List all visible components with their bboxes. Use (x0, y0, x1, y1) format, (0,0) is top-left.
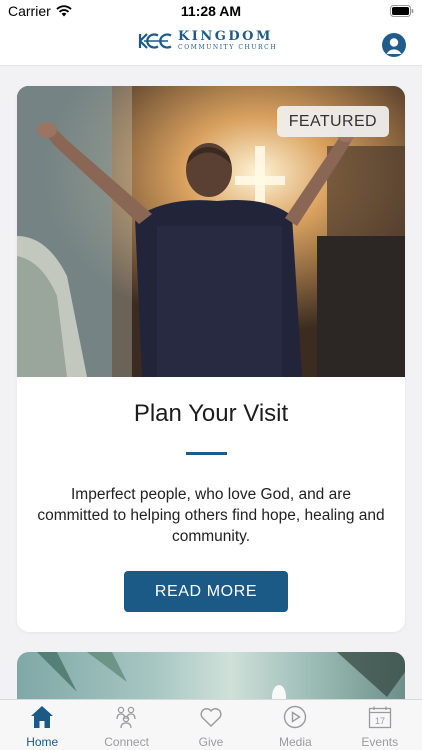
kcc-logo-icon (138, 32, 172, 49)
worship-photo: FEATURED (17, 86, 405, 377)
tab-events[interactable]: 17 Events (338, 700, 422, 750)
tab-home-label: Home (26, 735, 59, 749)
read-more-button[interactable]: READ MORE (124, 571, 288, 612)
logo-title: KINGDOM (178, 29, 273, 44)
logo-text: KINGDOM COMMUNITY CHURCH (178, 30, 277, 51)
tab-connect[interactable]: Connect (84, 700, 168, 750)
logo-subtitle: COMMUNITY CHURCH (178, 44, 278, 51)
tab-events-label: Events (361, 735, 399, 749)
heart-icon (200, 708, 222, 727)
people-icon (116, 706, 137, 729)
app-screen: Carrier 11:28 AM KINGDOM COMMUNITY CHURC… (0, 0, 422, 750)
status-bar: Carrier 11:28 AM (0, 0, 422, 22)
tab-bar: Home Connect Give Media 17 Events (0, 699, 422, 750)
tab-media[interactable]: Media (253, 700, 337, 750)
tab-media-label: Media (279, 735, 312, 749)
title-divider (186, 452, 227, 455)
calendar-icon: 17 (368, 706, 391, 729)
featured-badge: FEATURED (276, 106, 389, 137)
card-title: Plan Your Visit (133, 400, 289, 427)
tab-give-label: Give (198, 735, 224, 749)
tab-connect-label: Connect (104, 735, 149, 749)
tab-give[interactable]: Give (169, 700, 253, 750)
church-logo[interactable]: KINGDOM COMMUNITY CHURCH (138, 30, 277, 51)
tab-home[interactable]: Home (0, 700, 84, 750)
card-description: Imperfect people, who love God, and are … (37, 486, 385, 545)
status-time: 11:28 AM (180, 3, 242, 19)
profile-button[interactable] (382, 33, 406, 57)
home-icon (31, 706, 53, 728)
app-header: KINGDOM COMMUNITY CHURCH (0, 22, 422, 66)
calendar-date-text: 17 (375, 716, 385, 726)
play-icon (283, 705, 307, 729)
featured-card[interactable]: FEATURED Plan Your Visit Imperfect peopl… (17, 86, 405, 632)
user-icon (386, 38, 402, 54)
battery-icon (390, 4, 414, 20)
